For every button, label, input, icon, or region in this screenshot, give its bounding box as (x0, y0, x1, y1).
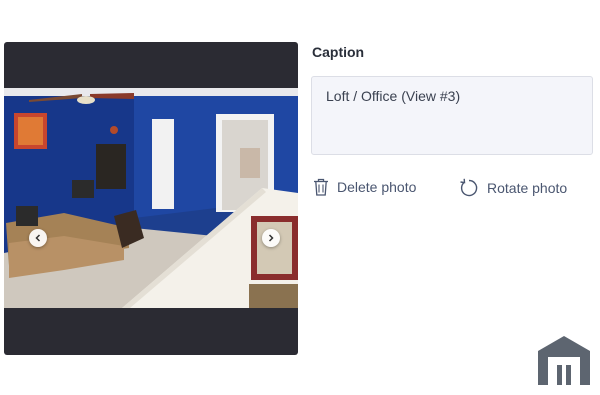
chevron-right-icon (268, 234, 274, 242)
delete-photo-button[interactable]: Delete photo (313, 178, 416, 196)
previous-photo-button[interactable] (29, 229, 47, 247)
rotate-photo-button[interactable]: Rotate photo (459, 178, 567, 198)
caption-input[interactable]: Loft / Office (View #3) (311, 76, 593, 155)
chevron-left-icon (35, 234, 41, 242)
rotate-icon (459, 178, 479, 198)
house-outline-logo (537, 335, 591, 392)
next-photo-button[interactable] (262, 229, 280, 247)
photo-viewer (4, 42, 298, 355)
room-photo (4, 88, 298, 308)
delete-photo-label: Delete photo (337, 179, 417, 195)
rotate-photo-label: Rotate photo (487, 180, 568, 196)
caption-label: Caption (312, 44, 365, 60)
trash-icon (313, 178, 329, 196)
